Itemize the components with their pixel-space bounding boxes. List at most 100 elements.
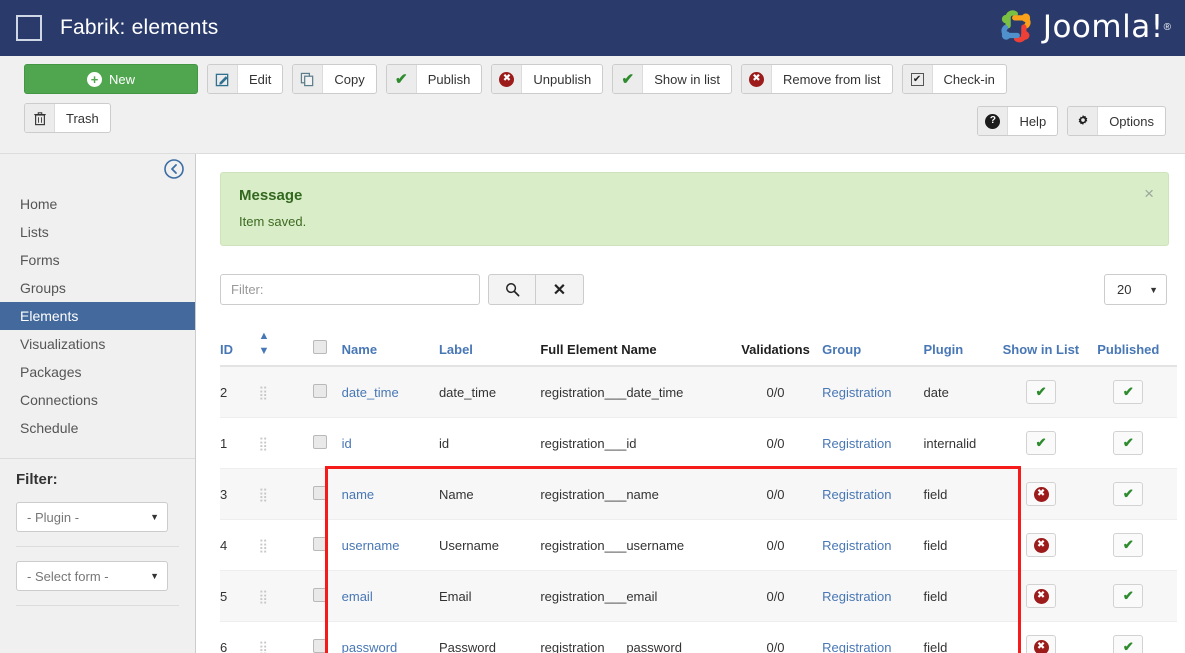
element-name-link[interactable]: password [342, 640, 398, 653]
group-link[interactable]: Registration [822, 436, 891, 451]
drag-handle-icon[interactable]: ⣿ [258, 468, 300, 520]
col-header-sort[interactable]: ▲ ▼ [258, 327, 300, 367]
edit-button[interactable]: Edit [207, 64, 284, 94]
row-checkbox-cell[interactable] [299, 621, 342, 653]
row-checkbox[interactable] [313, 434, 328, 449]
sidebar-item-lists[interactable]: Lists [0, 218, 195, 246]
show-in-list-toggle[interactable]: ✖ [1026, 482, 1057, 506]
sidebar-item-packages[interactable]: Packages [0, 358, 195, 386]
group-link[interactable]: Registration [822, 589, 891, 604]
group-link[interactable]: Registration [822, 385, 891, 400]
table-row: 4 ⣿ username Username registration___usernam… [220, 519, 1177, 571]
sidebar-item-connections[interactable]: Connections [0, 386, 195, 414]
row-checkbox-cell[interactable] [299, 468, 342, 520]
element-name-link[interactable]: name [342, 487, 375, 502]
row-checkbox[interactable] [313, 485, 328, 500]
row-checkbox-cell[interactable] [299, 519, 342, 571]
element-name-link[interactable]: date_time [342, 385, 399, 400]
col-header-published[interactable]: Published [1079, 327, 1177, 367]
row-checkbox[interactable] [313, 536, 328, 551]
row-checkbox[interactable] [313, 383, 328, 398]
toolbar-row-primary: + New Edit Copy ✔ Publish ✖ Unpublish ✔ Show in l… [24, 64, 1175, 94]
form-filter-select[interactable]: - Select form - ▼ [16, 561, 168, 591]
sort-updown-icon[interactable]: ▲ ▼ [259, 330, 270, 357]
show-in-list-toggle[interactable]: ✔ [1026, 431, 1057, 455]
col-header-name[interactable]: Name [341, 327, 439, 367]
drag-handle-icon[interactable]: ⣿ [258, 519, 300, 571]
check-icon: ✔ [613, 65, 644, 93]
element-name-link[interactable]: username [342, 538, 400, 553]
search-icon[interactable] [488, 274, 536, 305]
sidebar-item-groups[interactable]: Groups [0, 274, 195, 302]
published-toggle[interactable]: ✔ [1113, 482, 1144, 506]
col-header-show-in-list[interactable]: Show in List [1002, 327, 1080, 367]
element-name-link[interactable]: id [342, 436, 352, 451]
cell-show-in-list: ✖ [1002, 621, 1080, 653]
group-link[interactable]: Registration [822, 487, 891, 502]
cell-published: ✔ [1079, 570, 1177, 622]
unpublish-button[interactable]: ✖ Unpublish [491, 64, 604, 94]
new-button[interactable]: + New [24, 64, 198, 94]
drag-handle-icon[interactable]: ⣿ [258, 366, 300, 418]
drag-handle-icon[interactable]: ⣿ [258, 417, 300, 469]
new-button-label: + New [76, 71, 146, 87]
remove-from-list-button[interactable]: ✖ Remove from list [740, 64, 893, 94]
check-icon: ✔ [386, 65, 417, 93]
row-checkbox[interactable] [313, 587, 328, 602]
show-in-list-toggle[interactable]: ✖ [1026, 533, 1057, 557]
group-link[interactable]: Registration [822, 640, 891, 653]
published-toggle[interactable]: ✔ [1113, 431, 1144, 455]
trash-button[interactable]: Trash [24, 103, 111, 133]
pencil-square-icon [208, 65, 238, 93]
sidebar-item-forms[interactable]: Forms [0, 246, 195, 274]
published-toggle[interactable]: ✔ [1113, 533, 1144, 557]
col-header-group[interactable]: Group [822, 327, 924, 367]
table-row: 3 ⣿ name Name registration___name 0/0 Registra… [220, 468, 1177, 520]
row-checkbox-cell[interactable] [299, 417, 342, 469]
cell-group: Registration [822, 519, 924, 571]
col-header-label[interactable]: Label [438, 327, 541, 367]
published-toggle[interactable]: ✔ [1113, 584, 1144, 608]
group-link[interactable]: Registration [822, 538, 891, 553]
show-in-list-toggle[interactable]: ✖ [1026, 635, 1057, 653]
row-checkbox-cell[interactable] [299, 366, 342, 418]
publish-button[interactable]: ✔ Publish [385, 64, 483, 94]
clear-x-icon[interactable]: ✕ [536, 274, 584, 305]
list-limit-select[interactable]: 20 ▼ [1104, 274, 1167, 305]
cell-name: name [341, 468, 439, 520]
published-toggle[interactable]: ✔ [1113, 380, 1144, 404]
main-content: Message Item saved. × ✕ 20 ▼ I [196, 154, 1185, 653]
col-header-select-all[interactable] [299, 327, 342, 367]
cell-validations: 0/0 [728, 417, 823, 469]
plugin-filter-select[interactable]: - Plugin - ▼ [16, 502, 168, 532]
col-header-plugin[interactable]: Plugin [923, 327, 1003, 367]
col-header-id[interactable]: ID [220, 327, 259, 367]
options-button-label: Options [1109, 113, 1154, 129]
drag-handle-icon[interactable]: ⣿ [258, 621, 300, 653]
row-checkbox[interactable] [313, 638, 328, 653]
arrow-circle-left-icon[interactable] [163, 158, 185, 180]
unpublish-button-label: Unpublish [533, 71, 592, 87]
show-in-list-toggle[interactable]: ✔ [1026, 380, 1057, 404]
element-name-link[interactable]: email [342, 589, 373, 604]
search-input[interactable] [220, 274, 480, 305]
sidebar-item-home[interactable]: Home [0, 190, 195, 218]
options-button[interactable]: Options [1067, 106, 1166, 136]
check-in-button[interactable]: ✔ Check-in [901, 64, 1007, 94]
help-button[interactable]: ? Help [977, 106, 1059, 136]
remove-from-list-button-label: Remove from list [782, 71, 881, 87]
drag-handle-icon[interactable]: ⣿ [258, 570, 300, 622]
copy-button[interactable]: Copy [292, 64, 377, 94]
sidebar-item-schedule[interactable]: Schedule [0, 414, 195, 442]
cell-name: username [341, 519, 439, 571]
cell-plugin: date [923, 366, 1003, 418]
sidebar-item-visualizations[interactable]: Visualizations [0, 330, 195, 358]
published-toggle[interactable]: ✔ [1113, 635, 1144, 653]
select-all-checkbox[interactable] [313, 340, 328, 354]
sidebar-filter-panel: Filter: - Plugin - ▼ - Select form - ▼ [0, 458, 195, 606]
show-in-list-toggle[interactable]: ✖ [1026, 584, 1057, 608]
sidebar-item-elements[interactable]: Elements [0, 302, 195, 330]
close-icon[interactable]: × [1144, 184, 1154, 204]
show-in-list-button[interactable]: ✔ Show in list [612, 64, 732, 94]
row-checkbox-cell[interactable] [299, 570, 342, 622]
